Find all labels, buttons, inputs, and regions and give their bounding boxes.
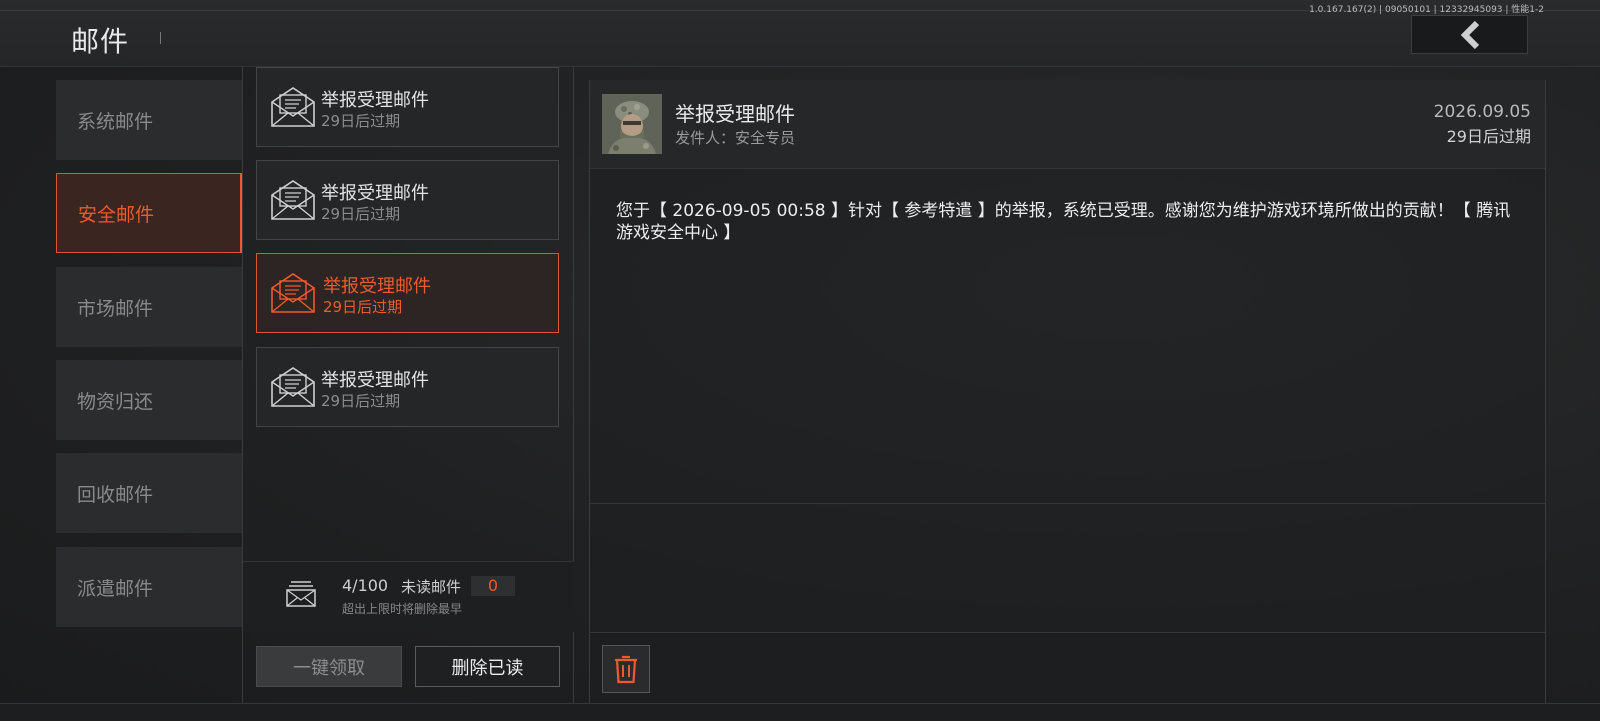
claim-all-label: 一键领取 — [293, 657, 365, 679]
mail-detail-title: 举报受理邮件 — [675, 102, 795, 126]
back-button[interactable] — [1411, 15, 1528, 54]
trash-icon — [615, 655, 637, 684]
mail-expiry: 29日后过期 — [321, 205, 401, 223]
unread-label: 未读邮件 — [401, 578, 462, 596]
mail-title: 举报受理邮件 — [321, 183, 429, 204]
sidebar-item-security-mail[interactable]: 安全邮件 — [56, 173, 243, 253]
limit-note: 超出上限时将删除最早 — [342, 602, 463, 616]
delete-read-label: 删除已读 — [451, 657, 524, 679]
mail-expiry: 29日后过期 — [321, 392, 401, 410]
mail-expiry: 29日后过期 — [323, 298, 403, 316]
top-bar: 邮件 1.0.167.167(2) | 09050101 | 123329450… — [0, 0, 1600, 67]
sidebar-item-label: 市场邮件 — [77, 297, 154, 320]
mail-count-panel: 4/100 未读邮件 0 超出上限时将删除最早 — [243, 561, 574, 632]
sender-avatar — [602, 94, 662, 154]
version-info: 1.0.167.167(2) | 09050101 | 12332945093 … — [1309, 5, 1544, 15]
sidebar-item-label: 安全邮件 — [78, 203, 155, 226]
sidebar-item-recycle-mail[interactable]: 回收邮件 — [56, 453, 242, 533]
mail-count: 4/100 — [342, 576, 389, 595]
mail-detail-expiry: 29日后过期 — [1446, 127, 1531, 146]
mail-stack-icon — [286, 581, 316, 607]
body-divider — [590, 503, 1545, 504]
page-title: 邮件 — [71, 25, 130, 58]
open-envelope-icon — [271, 180, 315, 220]
mail-list-item-selected[interactable]: 举报受理邮件 29日后过期 — [256, 253, 559, 333]
mail-date: 2026.09.05 — [1433, 102, 1531, 122]
sidebar-item-label: 系统邮件 — [77, 110, 154, 133]
mail-detail-footer — [590, 632, 1545, 704]
unread-count: 0 — [471, 576, 515, 596]
sidebar-item-dispatch-mail[interactable]: 派遣邮件 — [56, 547, 242, 627]
mail-body: 您于【 2026-09-05 00:58 】针对【 参考特遣 】的举报，系统已受… — [616, 201, 1511, 243]
sidebar-item-label: 物资归还 — [77, 390, 154, 413]
open-envelope-icon — [271, 273, 315, 313]
mail-list-item[interactable]: 举报受理邮件 29日后过期 — [256, 160, 559, 240]
soldier-avatar-icon — [602, 94, 662, 154]
mail-title: 举报受理邮件 — [321, 370, 429, 391]
sidebar-item-system-mail[interactable]: 系统邮件 — [56, 80, 242, 160]
mail-list-item[interactable]: 举报受理邮件 29日后过期 — [256, 67, 559, 147]
sidebar-item-label: 回收邮件 — [77, 483, 154, 506]
mail-detail-header: 举报受理邮件 发件人：安全专员 2026.09.05 29日后过期 — [590, 80, 1545, 169]
delete-mail-button[interactable] — [602, 645, 650, 693]
mail-list-item[interactable]: 举报受理邮件 29日后过期 — [256, 347, 559, 427]
sidebar-item-supply-return[interactable]: 物资归还 — [56, 360, 242, 440]
open-envelope-icon — [271, 87, 315, 127]
claim-all-button[interactable]: 一键领取 — [256, 646, 402, 687]
mail-expiry: 29日后过期 — [321, 112, 401, 130]
bottom-bar — [0, 703, 1600, 721]
title-separator — [160, 32, 161, 44]
sidebar-item-market-mail[interactable]: 市场邮件 — [56, 267, 242, 347]
mail-title: 举报受理邮件 — [323, 276, 431, 297]
chevron-left-icon — [1460, 20, 1479, 49]
mail-sender: 发件人：安全专员 — [675, 129, 796, 147]
mail-detail-panel: 举报受理邮件 发件人：安全专员 2026.09.05 29日后过期 您于【 20… — [589, 80, 1546, 704]
delete-read-button[interactable]: 删除已读 — [415, 646, 560, 687]
open-envelope-icon — [271, 367, 315, 407]
sidebar-item-label: 派遣邮件 — [77, 577, 154, 600]
mail-title: 举报受理邮件 — [321, 90, 429, 111]
